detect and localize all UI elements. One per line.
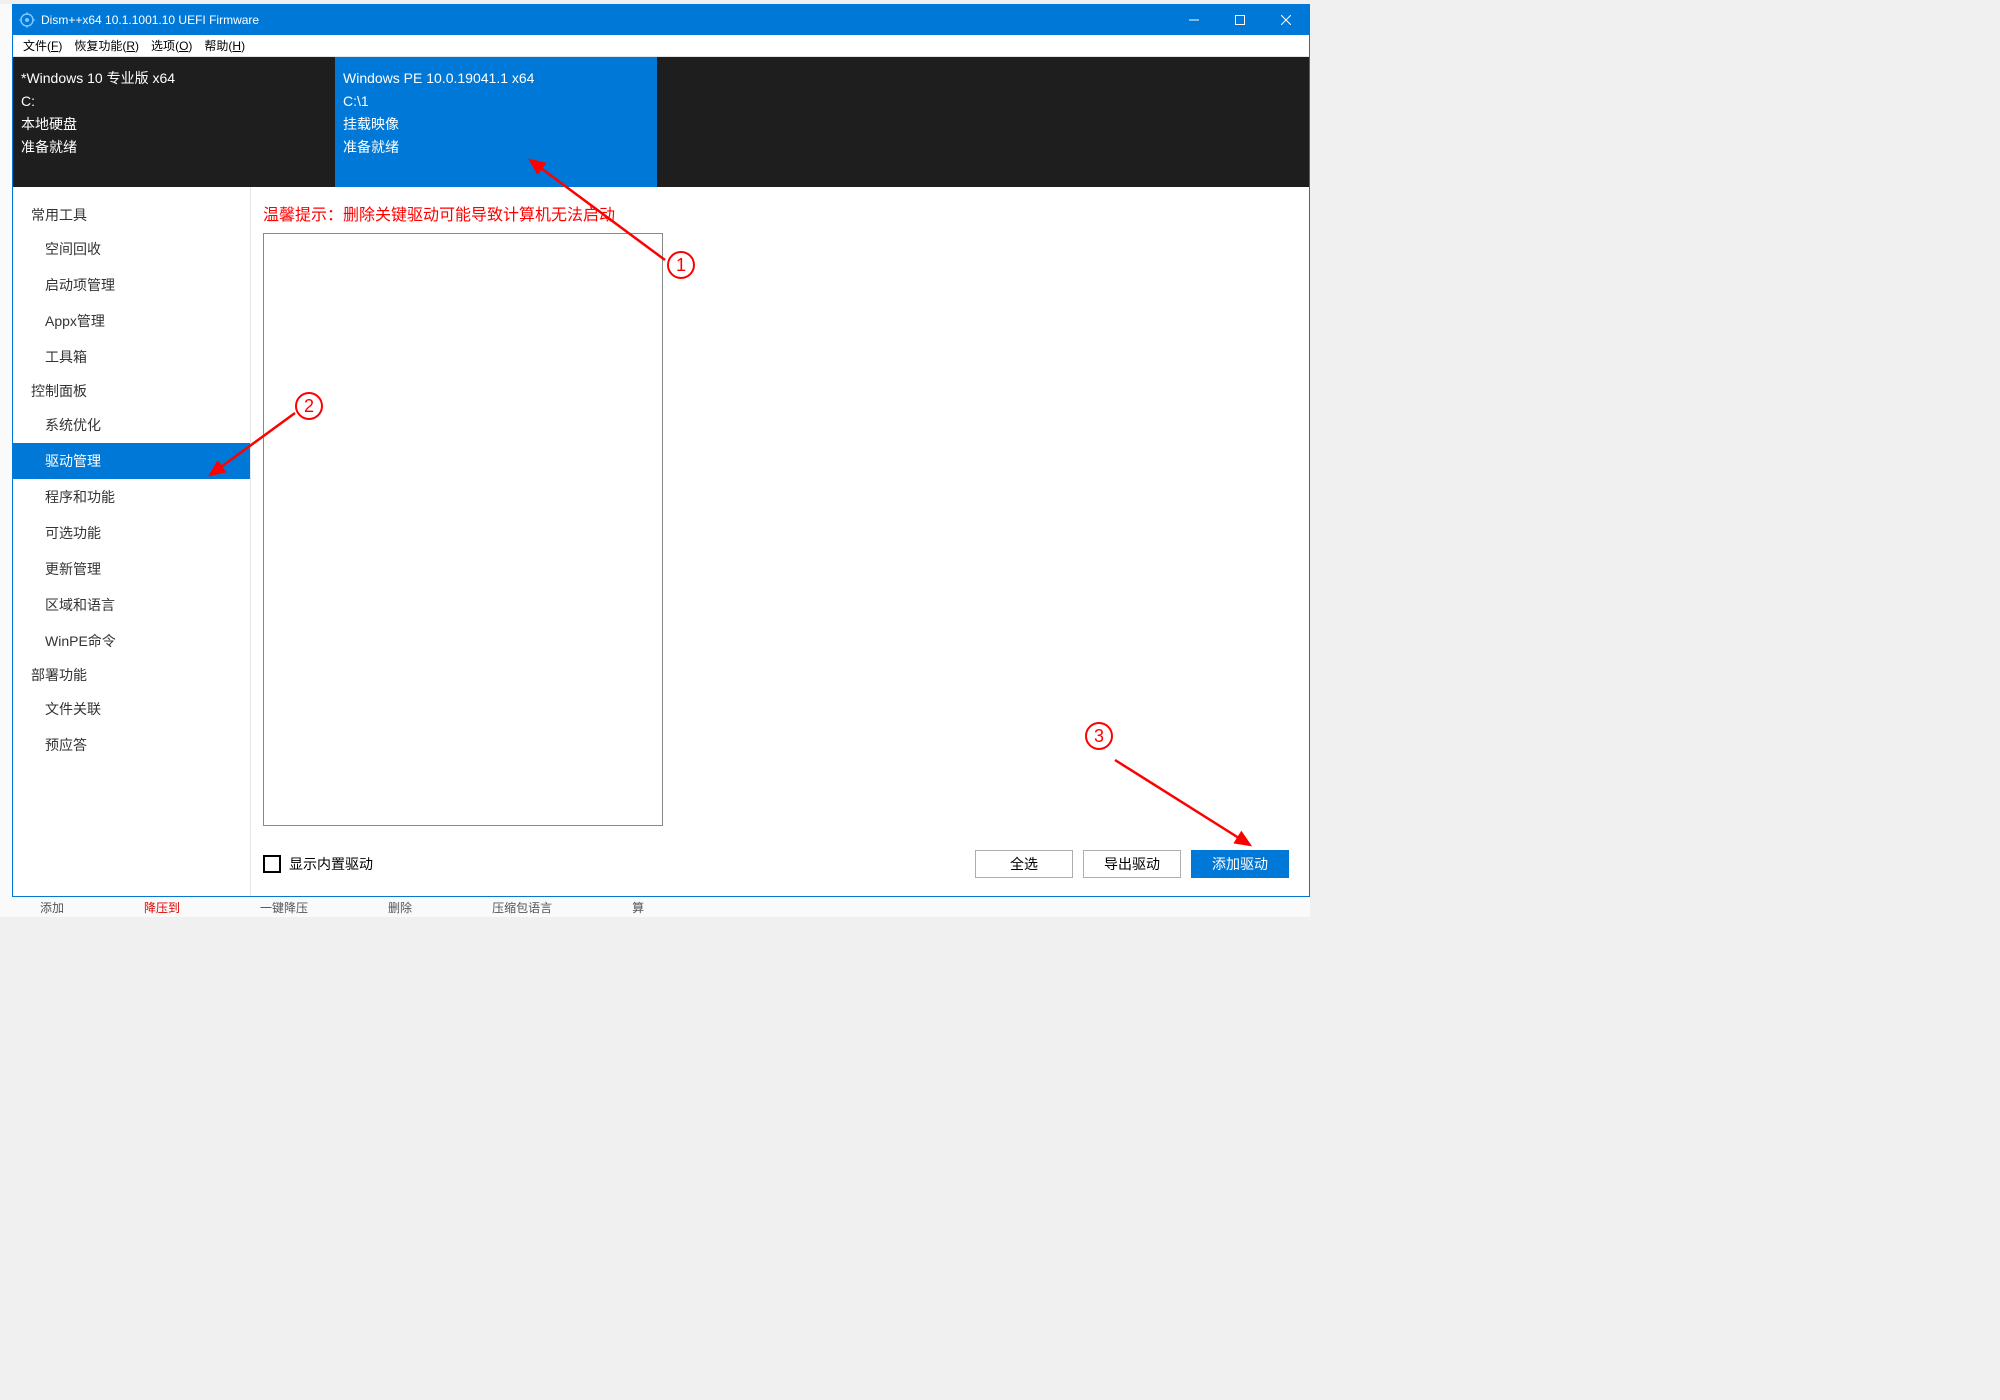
image-status: 准备就绪 [21,136,327,159]
image-type: 本地硬盘 [21,113,327,136]
warning-hint: 温馨提示：删除关键驱动可能导致计算机无法启动 [263,201,1289,225]
add-driver-button[interactable]: 添加驱动 [1191,850,1289,878]
background-bottom-strip: 添加 降压到 一键降压 删除 压缩包语言 算 [0,897,1310,917]
content-pane: 温馨提示：删除关键驱动可能导致计算机无法启动 显示内置驱动 全选 导出驱动 添加… [251,187,1309,896]
image-tile-windows10[interactable]: *Windows 10 专业版 x64 C: 本地硬盘 准备就绪 [13,57,335,187]
main-area: 常用工具 空间回收 启动项管理 Appx管理 工具箱 控制面板 系统优化 驱动管… [13,187,1309,896]
sidebar-header-deploy: 部署功能 [13,659,250,691]
maximize-button[interactable] [1217,5,1263,35]
sidebar-item-file-assoc[interactable]: 文件关联 [13,691,250,727]
sidebar-item-winpe-cmd[interactable]: WinPE命令 [13,623,250,659]
sidebar-item-space-cleanup[interactable]: 空间回收 [13,231,250,267]
image-name: *Windows 10 专业版 x64 [21,67,327,90]
sidebar-item-programs[interactable]: 程序和功能 [13,479,250,515]
sidebar-item-optimize[interactable]: 系统优化 [13,407,250,443]
main-window: Dism++x64 10.1.1001.10 UEFI Firmware 文件(… [12,4,1310,897]
sidebar-item-region[interactable]: 区域和语言 [13,587,250,623]
minimize-button[interactable] [1171,5,1217,35]
checkbox-label: 显示内置驱动 [289,854,373,874]
sidebar-header-common: 常用工具 [13,199,250,231]
sidebar-item-toolbox[interactable]: 工具箱 [13,339,250,375]
show-builtin-checkbox[interactable]: 显示内置驱动 [263,854,373,874]
app-icon [19,12,35,28]
sidebar-header-control-panel: 控制面板 [13,375,250,407]
image-path: C:\1 [343,90,649,113]
menu-help[interactable]: 帮助(H) [198,35,251,56]
titlebar: Dism++x64 10.1.1001.10 UEFI Firmware [13,5,1309,35]
sidebar-item-updates[interactable]: 更新管理 [13,551,250,587]
select-all-button[interactable]: 全选 [975,850,1073,878]
left-background-strip [0,4,12,897]
image-type: 挂载映像 [343,113,649,136]
image-tile-winpe[interactable]: Windows PE 10.0.19041.1 x64 C:\1 挂载映像 准备… [335,57,657,187]
close-button[interactable] [1263,5,1309,35]
image-status: 准备就绪 [343,136,649,159]
bottom-bar: 显示内置驱动 全选 导出驱动 添加驱动 [263,826,1289,878]
sidebar-item-drivers[interactable]: 驱动管理 [13,443,250,479]
sidebar-item-startup[interactable]: 启动项管理 [13,267,250,303]
image-path: C: [21,90,327,113]
titlebar-title: Dism++x64 10.1.1001.10 UEFI Firmware [41,13,1171,27]
menu-options[interactable]: 选项(O) [145,35,198,56]
sidebar: 常用工具 空间回收 启动项管理 Appx管理 工具箱 控制面板 系统优化 驱动管… [13,187,251,896]
checkbox-box-icon [263,855,281,873]
sidebar-item-optional[interactable]: 可选功能 [13,515,250,551]
image-name: Windows PE 10.0.19041.1 x64 [343,67,649,90]
driver-list-box[interactable] [263,233,663,826]
sidebar-item-unattend[interactable]: 预应答 [13,727,250,763]
menu-recovery[interactable]: 恢复功能(R) [68,35,145,56]
menu-file[interactable]: 文件(F) [17,35,68,56]
export-driver-button[interactable]: 导出驱动 [1083,850,1181,878]
image-selector: *Windows 10 专业版 x64 C: 本地硬盘 准备就绪 Windows… [13,57,1309,187]
menubar: 文件(F) 恢复功能(R) 选项(O) 帮助(H) [13,35,1309,57]
sidebar-item-appx[interactable]: Appx管理 [13,303,250,339]
